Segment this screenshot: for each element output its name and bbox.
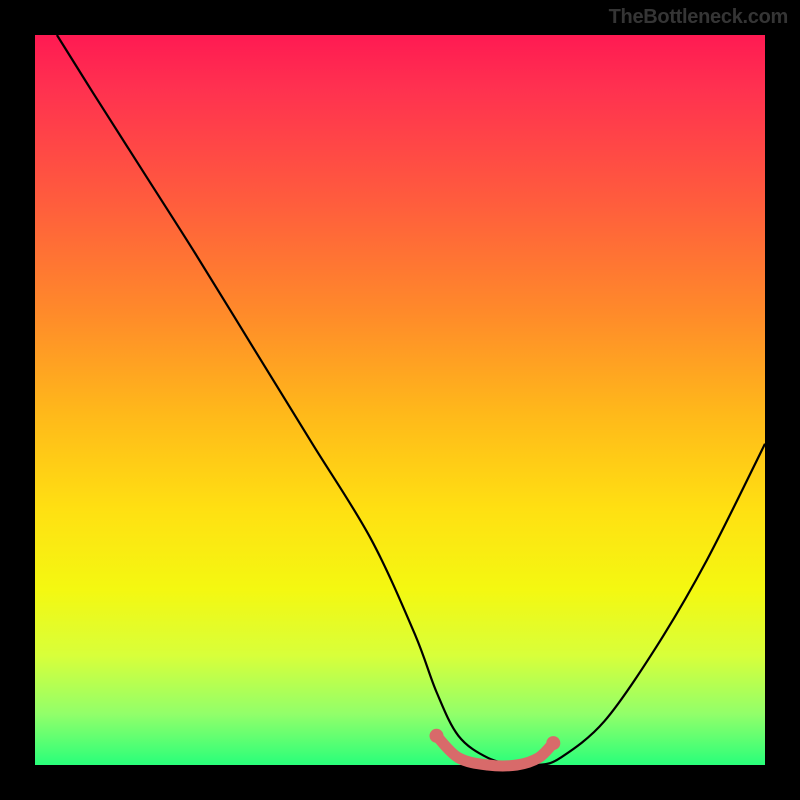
chart-plot-area [35, 35, 765, 765]
optimal-start-marker [430, 729, 444, 743]
attribution-text: TheBottleneck.com [609, 6, 788, 29]
chart-svg [35, 35, 765, 765]
optimal-end-marker [546, 736, 560, 750]
optimal-zone-path [437, 736, 554, 766]
bottleneck-curve-path [57, 35, 765, 766]
